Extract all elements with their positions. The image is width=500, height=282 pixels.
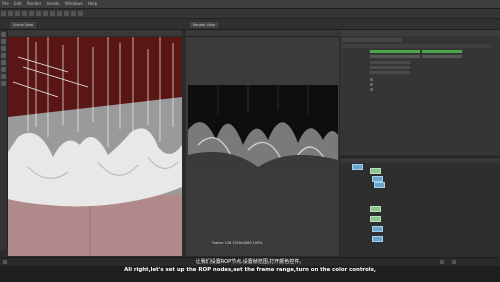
- shelf-tool-icon[interactable]: [8, 11, 13, 16]
- shelf-tool-icon[interactable]: [29, 11, 34, 16]
- shelf-tool-icon[interactable]: [22, 11, 27, 16]
- parameter-panel: [340, 30, 500, 155]
- pane-tab-strip: Scene View Render View: [0, 19, 500, 30]
- render-option-field[interactable]: [370, 66, 410, 69]
- render-option-field[interactable]: [370, 71, 410, 74]
- select-tool-icon[interactable]: [1, 32, 6, 37]
- render-option-field[interactable]: [370, 61, 410, 64]
- render-frame-info: Frame: 128 1920x1080 100%: [212, 241, 263, 245]
- cloth-render-preview: [188, 85, 338, 170]
- menu-render[interactable]: Render: [25, 0, 43, 7]
- menu-help[interactable]: Help: [86, 0, 99, 7]
- shelf-tool-icon[interactable]: [64, 11, 69, 16]
- node-graph[interactable]: [340, 157, 500, 257]
- render-view-toolbar: [186, 30, 339, 37]
- shelf-toolbar: [0, 9, 500, 19]
- viewport-toolbar: [8, 30, 182, 36]
- color-controls-checkbox[interactable]: [370, 78, 373, 81]
- option-checkbox[interactable]: [370, 83, 373, 86]
- cloth-scene-render: [8, 37, 182, 256]
- tab-scene-view[interactable]: Scene View: [10, 22, 37, 28]
- view-tool-icon[interactable]: [1, 67, 6, 72]
- menu-assets[interactable]: Assets: [45, 0, 62, 7]
- snap-tool-icon[interactable]: [1, 74, 6, 79]
- scale-tool-icon[interactable]: [1, 53, 6, 58]
- scene-viewport[interactable]: [8, 37, 182, 256]
- node-graph-toolbar: [340, 158, 500, 163]
- render-image[interactable]: [188, 85, 338, 170]
- menu-bar: File Edit Render Assets Windows Help: [0, 0, 500, 9]
- shelf-tool-icon[interactable]: [1, 11, 6, 16]
- tab-render-view[interactable]: Render View: [190, 22, 218, 28]
- graph-node[interactable]: [372, 236, 383, 242]
- shelf-tool-icon[interactable]: [43, 11, 48, 16]
- shelf-tool-icon[interactable]: [50, 11, 55, 16]
- frame-start-slider[interactable]: [370, 50, 420, 53]
- subtitle-english: All right,let's set up the ROP nodes,set…: [124, 267, 376, 273]
- frame-range-field[interactable]: [370, 55, 420, 58]
- menu-file[interactable]: File: [0, 0, 11, 7]
- node-name-field[interactable]: [342, 38, 402, 42]
- parameter-tabs[interactable]: [342, 44, 492, 48]
- graph-node[interactable]: [370, 216, 381, 222]
- move-tool-icon[interactable]: [1, 39, 6, 44]
- frame-end-slider[interactable]: [422, 50, 462, 53]
- option-checkbox[interactable]: [370, 88, 373, 91]
- shelf-tool-icon[interactable]: [15, 11, 20, 16]
- shelf-tool-icon[interactable]: [71, 11, 76, 16]
- graph-node[interactable]: [370, 206, 381, 212]
- subtitle-chinese: 让我们设置ROP节点,设置帧范围,打开颜色控件。: [195, 259, 305, 265]
- rotate-tool-icon[interactable]: [1, 46, 6, 51]
- left-toolbar: [0, 30, 8, 250]
- menu-edit[interactable]: Edit: [12, 0, 24, 7]
- menu-windows[interactable]: Windows: [63, 0, 85, 7]
- graph-node[interactable]: [374, 182, 385, 188]
- graph-node[interactable]: [370, 168, 381, 174]
- shelf-tool-icon[interactable]: [78, 11, 83, 16]
- shelf-tool-icon[interactable]: [57, 11, 62, 16]
- graph-node[interactable]: [352, 164, 363, 170]
- frame-increment-field[interactable]: [422, 55, 462, 58]
- handle-tool-icon[interactable]: [1, 60, 6, 65]
- brush-tool-icon[interactable]: [1, 81, 6, 86]
- parameter-header: [340, 30, 500, 36]
- shelf-tool-icon[interactable]: [36, 11, 41, 16]
- graph-node[interactable]: [372, 226, 383, 232]
